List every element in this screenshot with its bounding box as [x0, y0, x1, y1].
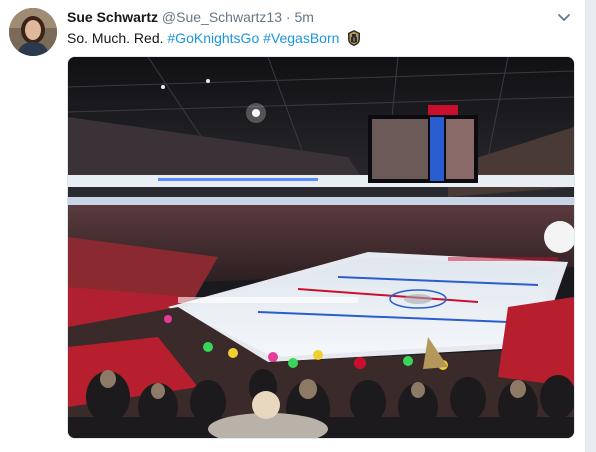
- avatar-image: [9, 8, 57, 56]
- tweet-text-plain: So. Much. Red.: [67, 30, 164, 46]
- tweet-header: Sue Schwartz @Sue_Schwartz13 · 5m: [67, 8, 314, 26]
- tweet[interactable]: Sue Schwartz @Sue_Schwartz13 · 5m So. Mu…: [0, 0, 586, 452]
- tweet-text: So. Much. Red. #GoKnightsGo #VegasBorn: [67, 29, 361, 47]
- hashtag-goknightsgo[interactable]: #GoKnightsGo: [167, 30, 259, 46]
- hashtag-vegasborn[interactable]: #VegasBorn: [263, 30, 339, 46]
- timeline-scrollbar-edge: [585, 0, 596, 452]
- avatar[interactable]: [9, 8, 57, 56]
- author-handle[interactable]: @Sue_Schwartz13: [162, 9, 282, 25]
- chevron-down-icon[interactable]: [555, 8, 573, 26]
- separator-dot: ·: [285, 9, 291, 25]
- tweet-timestamp[interactable]: 5m: [294, 9, 313, 25]
- vegas-golden-knights-helmet-icon: [347, 30, 361, 46]
- hockey-arena-photo: [68, 57, 574, 438]
- author-name[interactable]: Sue Schwartz: [67, 9, 158, 25]
- tweet-photo[interactable]: [67, 56, 575, 439]
